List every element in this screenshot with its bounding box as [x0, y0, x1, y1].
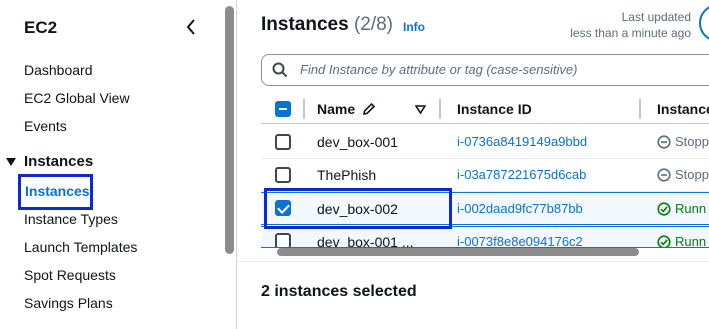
collapse-sidebar-button[interactable] [183, 16, 199, 38]
last-updated: Last updated less than a minute ago [570, 9, 691, 41]
sidebar-item-launch-templates[interactable]: Launch Templates [24, 239, 137, 255]
column-separator [439, 99, 441, 119]
row-highlight-box [264, 188, 452, 229]
instance-id-link[interactable]: i-0736a8419149a9bbd [457, 134, 587, 149]
caret-down-icon [6, 157, 16, 166]
edit-pencil-icon[interactable] [362, 102, 376, 116]
sidebar-scrollbar-thumb[interactable] [225, 6, 234, 254]
sidebar-item-spot-requests[interactable]: Spot Requests [24, 267, 116, 283]
instance-state-label: Stopp [675, 167, 709, 182]
sort-down-icon[interactable] [415, 105, 426, 114]
refresh-button[interactable] [699, 4, 709, 42]
instance-state: Runn [657, 201, 706, 216]
instance-name: ThePhish [317, 167, 377, 183]
selected-instances-count: 2 instances selected [261, 283, 417, 300]
instance-state: Stopp [657, 134, 709, 149]
column-header-label: Name [317, 101, 356, 117]
main-content: Instances (2/8) Info Last updated less t… [237, 0, 709, 329]
instance-state-label: Runn [675, 201, 707, 216]
row-checkbox[interactable] [275, 167, 291, 183]
instance-state-label: Runn [675, 234, 707, 248]
search-icon [272, 62, 288, 78]
selection-count: (2/8) [353, 14, 394, 35]
search-placeholder: Find Instance by attribute or tag (case-… [300, 62, 578, 77]
sidebar-item-ec2-global-view[interactable]: EC2 Global View [24, 90, 130, 106]
sidebar-item-label: Instances [25, 183, 90, 199]
page-title-text: Instances [261, 14, 349, 35]
stopped-icon [657, 167, 671, 182]
table-row-selected[interactable]: dev_box-001 ... i-0073f8e8e094176c2 Runn [261, 226, 709, 248]
last-updated-time: less than a minute ago [570, 26, 691, 40]
row-checkbox[interactable] [275, 134, 291, 150]
instance-state: Runn [657, 234, 707, 248]
sidebar-section-instances[interactable]: Instances [6, 153, 93, 170]
select-all-checkbox[interactable] [275, 101, 291, 117]
row-checkbox[interactable] [275, 233, 291, 247]
instance-id-link[interactable]: i-002daad9fc77b87bb [457, 201, 583, 216]
sidebar-item-events[interactable]: Events [24, 118, 67, 134]
column-header-instance-state[interactable]: Instance [657, 101, 709, 117]
instance-name: dev_box-001 ... [317, 234, 414, 248]
table-row[interactable]: dev_box-001 i-0736a8419149a9bbd Stopp [261, 126, 709, 159]
info-link[interactable]: Info [403, 20, 425, 34]
instance-id-link[interactable]: i-0073f8e8e094176c2 [457, 234, 583, 247]
sidebar-title: EC2 [24, 18, 58, 37]
column-header-name[interactable]: Name [317, 101, 376, 117]
footer-divider [237, 261, 709, 262]
sidebar-item-instances[interactable]: Instances [18, 174, 93, 210]
stopped-icon [657, 134, 671, 149]
running-icon [657, 234, 671, 247]
table-horizontal-scrollbar[interactable] [277, 248, 639, 256]
sidebar-item-savings-plans[interactable]: Savings Plans [24, 295, 113, 311]
instance-id-link[interactable]: i-03a787221675d6cab [457, 167, 586, 182]
running-icon [657, 201, 671, 216]
sidebar: EC2 Dashboard EC2 Global View Events Ins… [0, 0, 237, 329]
column-separator [639, 99, 641, 119]
table-header: Name Instance ID Instance [261, 94, 709, 124]
instance-state-label: Stopp [675, 134, 709, 149]
page-title: Instances (2/8) [261, 14, 393, 36]
chevron-left-icon [186, 19, 195, 35]
column-separator [303, 99, 305, 119]
sidebar-item-dashboard[interactable]: Dashboard [24, 62, 93, 78]
column-header-instance-id[interactable]: Instance ID [457, 101, 532, 117]
search-input[interactable]: Find Instance by attribute or tag (case-… [261, 54, 709, 86]
last-updated-label: Last updated [621, 10, 691, 24]
sidebar-item-instance-types[interactable]: Instance Types [24, 211, 118, 227]
sidebar-section-label: Instances [24, 153, 94, 170]
instance-name: dev_box-001 [317, 134, 398, 150]
instance-state: Stopp [657, 167, 709, 182]
